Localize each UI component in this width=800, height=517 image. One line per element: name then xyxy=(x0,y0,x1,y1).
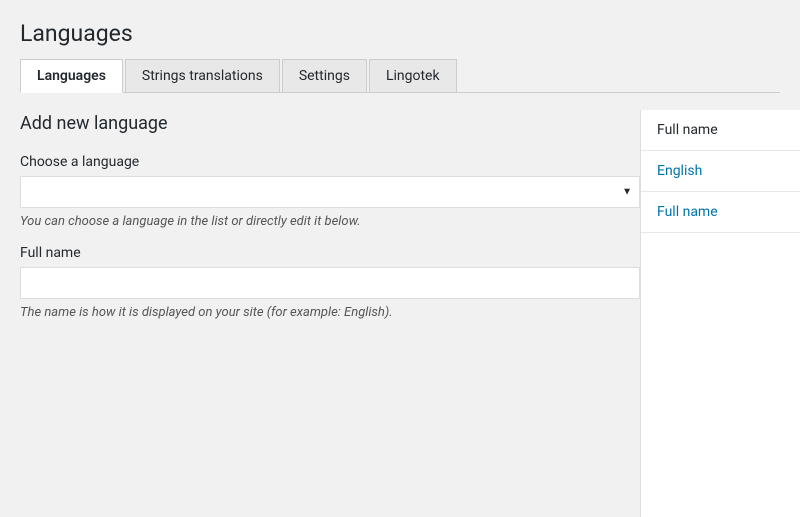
full-name-group: Full name The name is how it is displaye… xyxy=(20,245,640,320)
page-wrapper: Languages Languages Strings translations… xyxy=(0,0,800,517)
language-select-wrapper: ▼ xyxy=(20,176,640,208)
right-panel-english-link[interactable]: English xyxy=(657,163,702,179)
right-panel-english[interactable]: English xyxy=(641,151,800,192)
right-panel-header: Full name xyxy=(641,110,800,151)
section-title: Add new language xyxy=(20,113,640,134)
tab-settings[interactable]: Settings xyxy=(282,59,367,92)
right-panel-full-name-link[interactable]: Full name xyxy=(657,204,718,220)
choose-language-label: Choose a language xyxy=(20,154,640,170)
right-panel-full-name-link-item[interactable]: Full name xyxy=(641,192,800,233)
tab-lingotek[interactable]: Lingotek xyxy=(369,59,457,92)
full-name-label: Full name xyxy=(20,245,640,261)
choose-language-hint: You can choose a language in the list or… xyxy=(20,214,640,229)
tab-strings-translations[interactable]: Strings translations xyxy=(125,59,280,92)
right-panel-full-name-header: Full name xyxy=(657,122,718,138)
right-panel: Full name English Full name xyxy=(640,110,800,517)
language-select[interactable] xyxy=(20,176,640,208)
full-name-input[interactable] xyxy=(20,267,640,299)
full-name-hint: The name is how it is displayed on your … xyxy=(20,305,640,320)
tabs-nav: Languages Strings translations Settings … xyxy=(20,59,780,93)
add-language-section: Add new language Choose a language ▼ You… xyxy=(20,113,640,320)
choose-language-group: Choose a language ▼ You can choose a lan… xyxy=(20,154,640,229)
tab-languages[interactable]: Languages xyxy=(20,59,123,93)
page-title: Languages xyxy=(20,20,780,47)
